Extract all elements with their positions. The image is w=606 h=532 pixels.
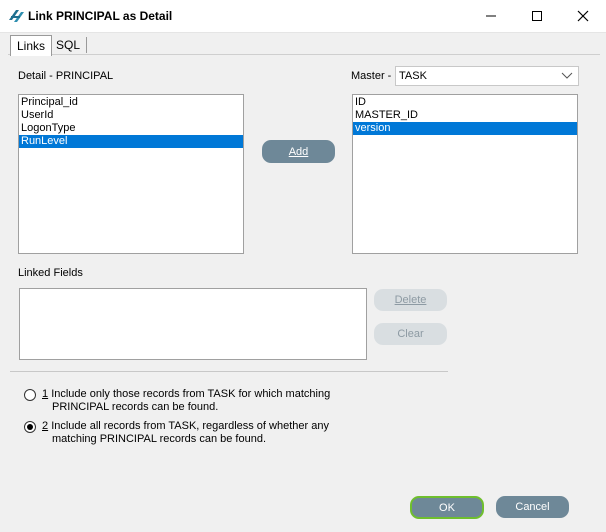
maximize-icon — [532, 11, 542, 21]
linked-fields-label: Linked Fields — [18, 267, 83, 279]
list-item-selected[interactable]: version — [353, 122, 577, 135]
close-icon — [577, 10, 589, 22]
option-1-line1: Include only those records from TASK for… — [51, 388, 331, 400]
add-button[interactable]: Add — [262, 140, 335, 163]
list-item[interactable]: ID — [353, 96, 577, 109]
master-label: Master - — [351, 70, 392, 82]
app-link-icon — [8, 8, 26, 24]
option-2-number: 2 — [42, 420, 49, 432]
master-table-combo[interactable]: TASK — [395, 66, 579, 86]
clear-button-label: Clear — [397, 328, 424, 340]
separator — [10, 371, 448, 372]
radio-selected-dot — [27, 424, 33, 430]
close-button[interactable] — [560, 0, 606, 32]
tab-links[interactable]: Links — [10, 35, 52, 56]
ok-button[interactable]: OK — [410, 496, 484, 519]
list-item[interactable]: Principal_id — [19, 96, 243, 109]
master-combo-value: TASK — [399, 70, 427, 82]
ok-button-label: OK — [439, 501, 455, 514]
window-title: Link PRINCIPAL as Detail — [28, 9, 173, 23]
chevron-down-icon — [561, 72, 573, 79]
detail-label: Detail - PRINCIPAL — [18, 70, 114, 82]
minimize-button[interactable] — [468, 0, 514, 32]
maximize-button[interactable] — [514, 0, 560, 32]
delete-button-label: Delete — [394, 294, 427, 306]
list-item[interactable]: MASTER_ID — [353, 109, 577, 122]
cancel-button[interactable]: Cancel — [496, 496, 569, 518]
cancel-button-label: Cancel — [515, 501, 550, 513]
option-1-text[interactable]: 1 Include only those records from TASK f… — [42, 388, 330, 414]
option-2-text[interactable]: 2 Include all records from TASK, regardl… — [42, 420, 329, 446]
delete-button[interactable]: Delete — [374, 289, 447, 311]
tab-sql[interactable]: SQL — [52, 37, 87, 53]
option-2-line2: matching PRINCIPAL records can be found. — [52, 433, 266, 445]
list-item-selected[interactable]: RunLevel — [19, 135, 243, 148]
linked-fields-list[interactable] — [19, 288, 367, 360]
option-1-radio[interactable] — [24, 389, 36, 401]
clear-button[interactable]: Clear — [374, 323, 447, 345]
detail-fields-list[interactable]: Principal_id UserId LogonType RunLevel — [18, 94, 244, 254]
add-button-label: Add — [288, 145, 309, 158]
minimize-icon — [486, 15, 496, 17]
option-2-line1: Include all records from TASK, regardles… — [51, 420, 329, 432]
list-item[interactable]: LogonType — [19, 122, 243, 135]
option-1-line2: PRINCIPAL records can be found. — [52, 401, 219, 413]
master-fields-list[interactable]: ID MASTER_ID version — [352, 94, 578, 254]
tab-divider — [8, 54, 600, 55]
option-1-number: 1 — [42, 388, 49, 400]
option-2-radio[interactable] — [24, 421, 36, 433]
list-item[interactable]: UserId — [19, 109, 243, 122]
